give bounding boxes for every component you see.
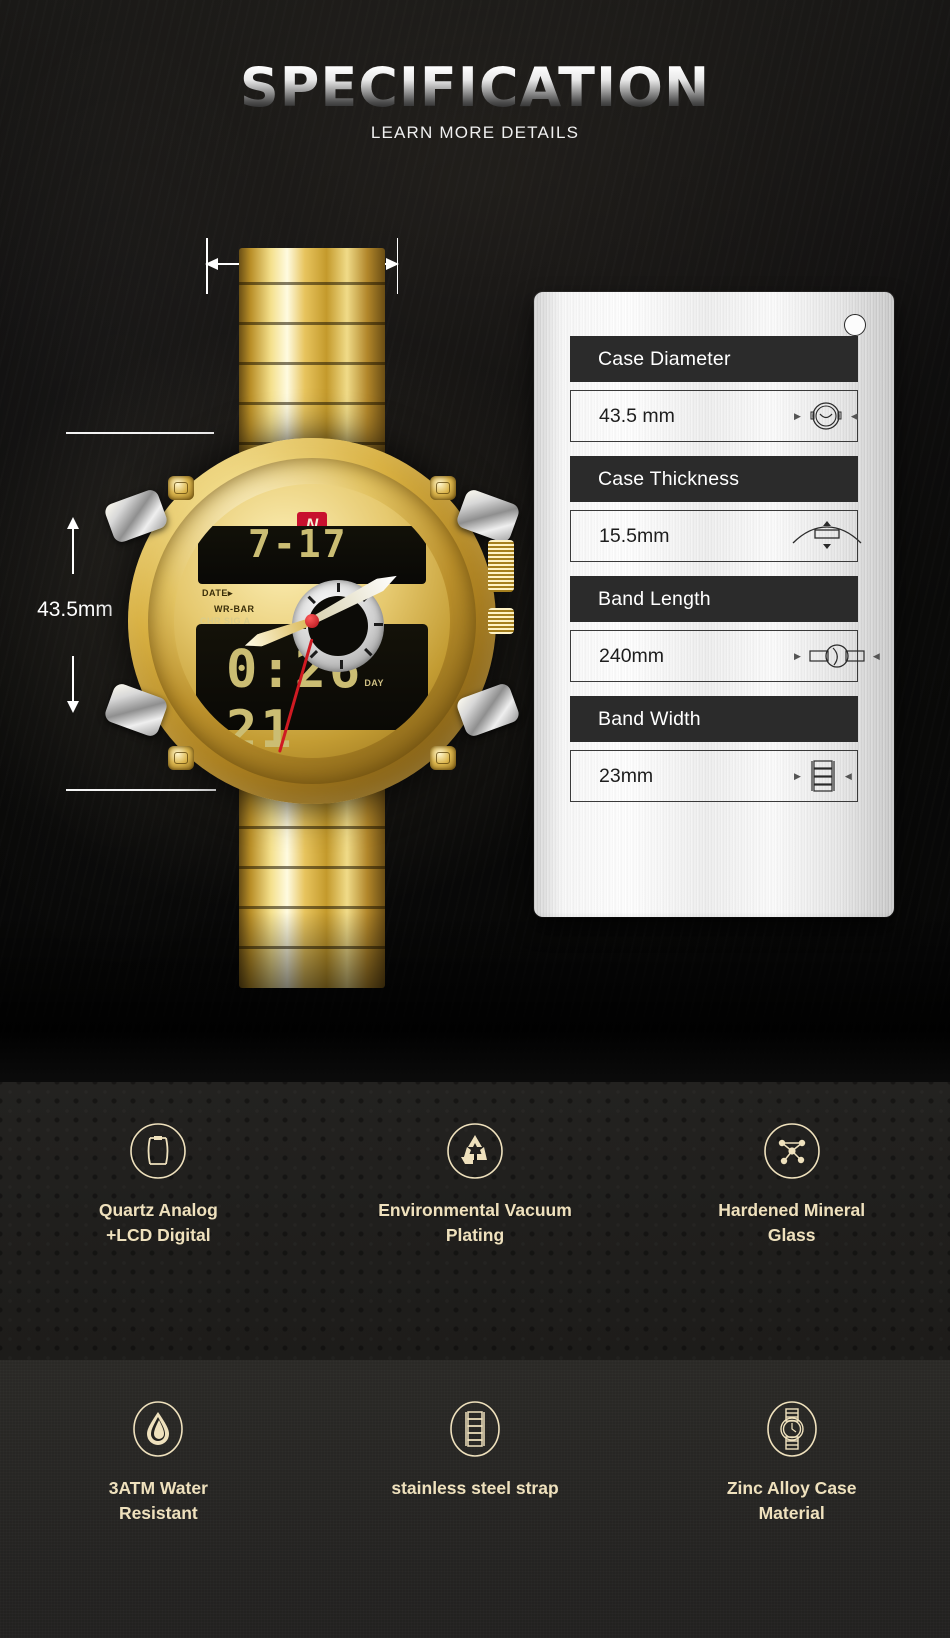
hand-pinion xyxy=(305,614,319,628)
spec-value: 15.5mm xyxy=(599,524,670,547)
features-row-2: 3ATM Water Resistant stainless steel str… xyxy=(0,1360,950,1638)
recycle-icon xyxy=(446,1122,504,1180)
feature-water-resistant: 3ATM Water Resistant xyxy=(0,1400,317,1638)
spec-label: Band Length xyxy=(570,576,858,622)
watch-side-icon: ▶ ◀ xyxy=(789,641,885,671)
dial-label-wr: WR-BAR xyxy=(214,604,255,614)
feature-quartz-analog: Quartz Analog +LCD Digital xyxy=(0,1122,317,1360)
dial-label-day: DAY xyxy=(364,678,384,688)
bezel-screw xyxy=(168,476,194,500)
watch-dial: N NAVIFORCE 7-17 DATE▸ WR-BAR CHR SIG A … xyxy=(174,484,450,758)
arrow-up-icon xyxy=(67,517,79,574)
feature-label: 3ATM Water Resistant xyxy=(108,1478,208,1524)
spec-row-band-length: Band Length 240mm ▶ ◀ xyxy=(570,576,880,682)
feature-label: Quartz Analog +LCD Digital xyxy=(98,1200,218,1246)
lcd-top-value: 7-17 xyxy=(248,522,348,566)
bezel-screw xyxy=(430,746,456,770)
features-row-1: Quartz Analog +LCD Digital Environmental… xyxy=(0,1082,950,1360)
spec-value-box: 240mm ▶ ◀ xyxy=(570,630,880,682)
lcd-display-top: 7-17 xyxy=(198,522,426,584)
hero-section: SPECIFICATION LEARN MORE DETAILS 23mm 43… xyxy=(0,0,950,1082)
specification-page: SPECIFICATION LEARN MORE DETAILS 23mm 43… xyxy=(0,0,950,1638)
watch-pusher xyxy=(488,608,514,634)
dial-label-date: DATE▸ xyxy=(202,588,233,598)
spec-row-band-width: Band Width 23mm ▶ ◀ xyxy=(570,696,858,802)
watch-image: N NAVIFORCE 7-17 DATE▸ WR-BAR CHR SIG A … xyxy=(102,248,522,988)
band-links-icon: ▶ ◀ xyxy=(789,758,857,794)
water-drop-icon xyxy=(129,1400,187,1458)
watch-case-outline-icon xyxy=(129,1122,187,1180)
steel-strap-icon xyxy=(446,1400,504,1458)
watch-face-icon: ▶ ◀ xyxy=(789,399,863,433)
feature-label: stainless steel strap xyxy=(391,1478,559,1498)
case-profile-icon xyxy=(789,519,865,553)
molecule-icon xyxy=(763,1122,821,1180)
feature-label: Zinc Alloy Case Material xyxy=(726,1478,857,1524)
spec-label: Case Diameter xyxy=(570,336,858,382)
spec-row-case-thickness: Case Thickness 15.5mm xyxy=(570,456,862,562)
page-subtitle: LEARN MORE DETAILS xyxy=(370,123,580,142)
spec-label: Band Width xyxy=(570,696,858,742)
spec-value-box: 15.5mm xyxy=(570,510,862,562)
spec-value: 240mm xyxy=(599,644,665,667)
page-title: SPECIFICATION xyxy=(239,56,711,119)
wristwatch-icon xyxy=(763,1400,821,1458)
bezel-screw xyxy=(168,746,194,770)
specification-panel: Case Diameter 43.5 mm ▶ ◀ Case Thickness… xyxy=(534,292,894,917)
feature-steel-strap: stainless steel strap xyxy=(317,1400,634,1638)
spec-value: 43.5 mm xyxy=(599,404,675,427)
panel-screw-hole-icon xyxy=(844,314,866,336)
spec-value-box: 23mm ▶ ◀ xyxy=(570,750,858,802)
spec-value: 23mm xyxy=(599,764,654,787)
page-header: SPECIFICATION LEARN MORE DETAILS xyxy=(0,56,950,143)
spec-value-box: 43.5 mm ▶ ◀ xyxy=(570,390,858,442)
feature-vacuum-plating: Environmental Vacuum Plating xyxy=(317,1122,634,1360)
watch-crown xyxy=(488,540,514,592)
feature-mineral-glass: Hardened Mineral Glass xyxy=(633,1122,950,1360)
feature-zinc-alloy-case: Zinc Alloy Case Material xyxy=(633,1400,950,1638)
spec-row-case-diameter: Case Diameter 43.5 mm ▶ ◀ xyxy=(570,336,858,442)
bezel-screw xyxy=(430,476,456,500)
arrow-down-icon xyxy=(67,656,79,713)
feature-label: Environmental Vacuum Plating xyxy=(378,1200,572,1246)
spec-label: Case Thickness xyxy=(570,456,858,502)
feature-label: Hardened Mineral Glass xyxy=(718,1200,866,1246)
